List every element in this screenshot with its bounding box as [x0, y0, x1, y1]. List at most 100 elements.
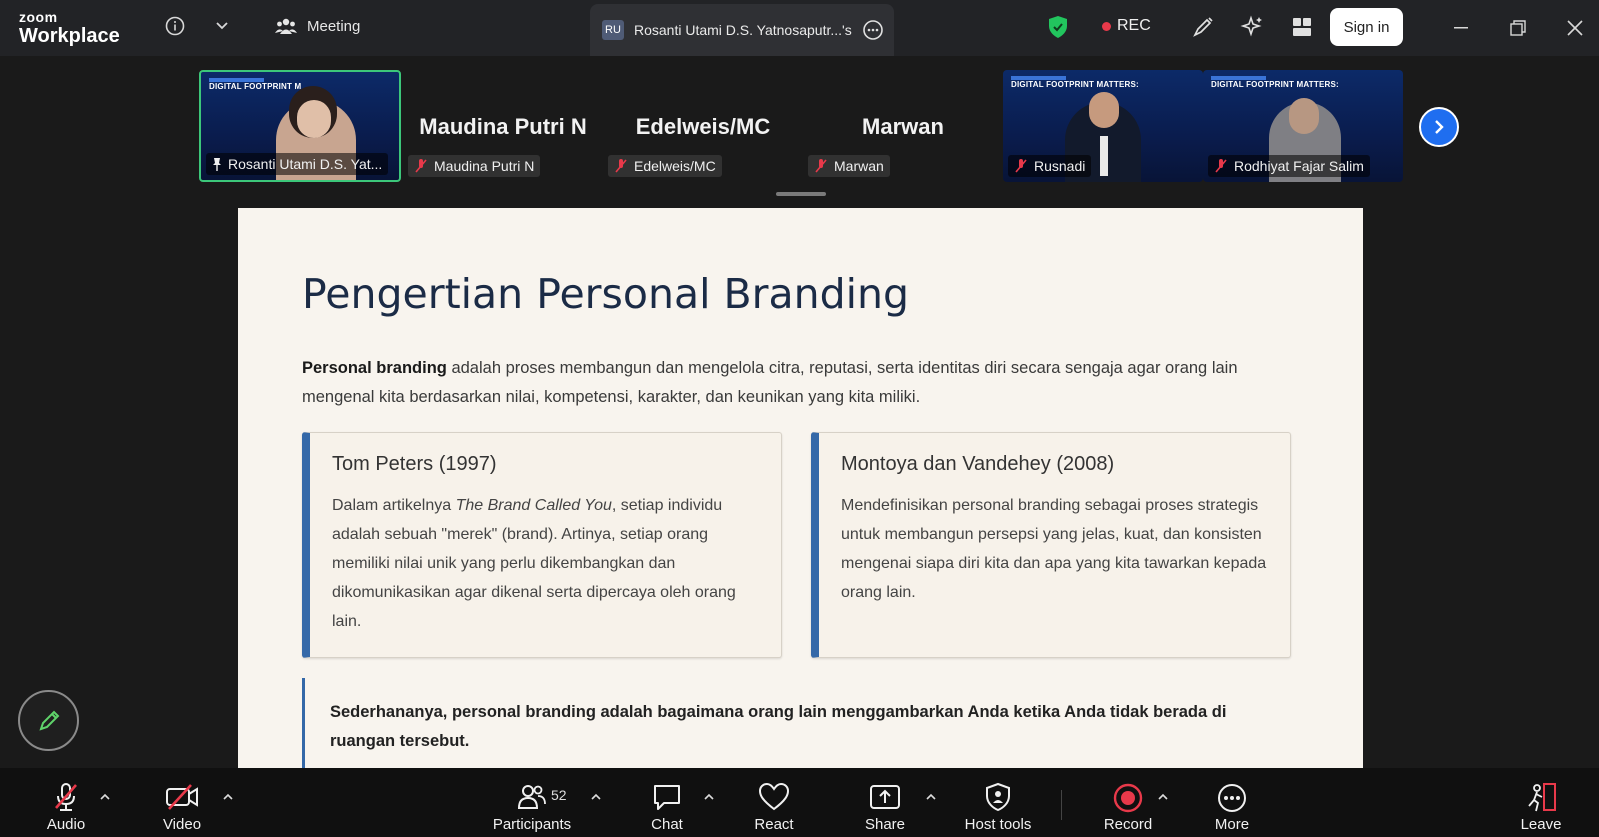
intro-bold: Personal branding: [302, 359, 447, 377]
participant-face: [297, 100, 331, 138]
participant-name-tag: Marwan: [808, 155, 890, 177]
meeting-tab[interactable]: Meeting: [275, 17, 360, 35]
brand-bottom: Workplace: [19, 25, 120, 47]
participant-shirt: [1100, 136, 1108, 176]
chevron-right-icon: [1435, 120, 1444, 134]
card-title: Montoya dan Vandehey (2008): [841, 453, 1115, 475]
pin-icon: [213, 158, 221, 171]
slide-intro: Personal branding adalah proses membangu…: [302, 354, 1292, 412]
tab-initials: RU: [602, 20, 624, 40]
more-icon: [1218, 784, 1246, 812]
mic-off-icon: [55, 783, 77, 811]
video-button[interactable]: Video: [158, 768, 206, 837]
restore-icon[interactable]: [1506, 16, 1530, 40]
participant-name: Edelweis/MC: [634, 158, 716, 174]
participant-name-tag: Rusnadi: [1008, 155, 1092, 177]
record-label: Record: [1103, 816, 1153, 833]
react-label: React: [754, 816, 794, 833]
chat-label: Chat: [651, 816, 683, 833]
shared-screen-tab[interactable]: RU Rosanti Utami D.S. Yatnosaputr...'s: [590, 4, 894, 56]
annotation-pen-button[interactable]: [18, 690, 79, 751]
apps-icon[interactable]: [1289, 14, 1315, 40]
minimize-icon[interactable]: [1449, 16, 1473, 40]
card-text-post: , setiap individu adalah sebuah "merek" …: [332, 497, 736, 630]
share-button[interactable]: Share: [862, 768, 908, 837]
heart-icon: [758, 782, 790, 811]
participant-name-tag: Rosanti Utami D.S. Yat...: [206, 153, 389, 175]
participants-icon: [517, 785, 546, 809]
participant-name: Rodhiyat Fajar Salim: [1234, 158, 1364, 174]
pencil-icon: [38, 710, 59, 731]
shield-icon: [986, 782, 1010, 812]
chevron-down-icon[interactable]: [210, 14, 234, 38]
participant-name-tag: Rodhiyat Fajar Salim: [1208, 155, 1370, 177]
video-tile-edelweis[interactable]: Edelweis/MC Edelweis/MC: [603, 70, 803, 182]
video-tile-marwan[interactable]: Marwan Marwan: [803, 70, 1003, 182]
participant-name: Rusnadi: [1034, 158, 1086, 174]
video-options-caret[interactable]: [222, 790, 234, 804]
card-text: Mendefinisikan personal branding sebagai…: [841, 497, 1267, 601]
participant-face: [1289, 98, 1319, 134]
meeting-toolbar: [0, 768, 1599, 837]
meeting-label: Meeting: [307, 17, 361, 35]
participants-label: Participants: [492, 816, 572, 833]
participant-big-name: Edelweis/MC: [635, 114, 771, 139]
record-options-caret[interactable]: [1157, 790, 1169, 804]
tab-label: Rosanti Utami D.S. Yatnosaputr...'s: [634, 22, 852, 38]
share-options-caret[interactable]: [925, 790, 937, 804]
thumb-slide-header: DIGITAL FOOTPRINT MATTERS:: [1211, 80, 1339, 89]
participant-big-name: Marwan: [862, 114, 944, 139]
share-screen-icon: [870, 785, 900, 809]
mic-off-icon: [1015, 159, 1027, 173]
people-icon: [275, 18, 297, 34]
recording-indicator[interactable]: REC: [1102, 17, 1151, 35]
strip-resize-handle[interactable]: [776, 192, 826, 196]
shared-screen-slide: Pengertian Personal Branding Personal br…: [238, 208, 1363, 768]
thumb-slide-header: DIGITAL FOOTPRINT MATTERS:: [1011, 80, 1139, 89]
rec-label: REC: [1117, 17, 1151, 34]
video-label: Video: [162, 816, 202, 833]
ai-companion-icon[interactable]: [1239, 14, 1265, 40]
participant-name-tag: Maudina Putri N: [408, 155, 541, 177]
video-tile-rusnadi[interactable]: DIGITAL FOOTPRINT MATTERS: Rusnadi: [1003, 70, 1203, 182]
card-text-italic: The Brand Called You: [455, 497, 612, 514]
participants-options-caret[interactable]: [590, 790, 602, 804]
toolbar-divider: [1061, 790, 1062, 820]
more-options-icon[interactable]: [862, 19, 884, 41]
brand-top: zoom: [19, 9, 58, 25]
sign-in-button[interactable]: Sign in: [1330, 8, 1403, 46]
audio-options-caret[interactable]: [99, 790, 111, 804]
record-button[interactable]: Record: [1102, 768, 1154, 837]
react-button[interactable]: React: [750, 768, 798, 837]
leave-icon: [1528, 783, 1556, 812]
chat-options-caret[interactable]: [703, 790, 715, 804]
participant-name: Marwan: [834, 158, 884, 174]
card-text-pre: Dalam artikelnya: [332, 497, 456, 514]
summary-quote: Sederhananya, personal branding adalah b…: [302, 678, 1302, 768]
card-title: Tom Peters (1997): [332, 453, 497, 475]
annotate-icon[interactable]: [1190, 14, 1216, 40]
mic-off-icon: [615, 159, 627, 173]
chat-button[interactable]: Chat: [645, 768, 689, 837]
host-tools-button[interactable]: Host tools: [958, 768, 1038, 837]
participants-count: 52: [551, 787, 567, 803]
leave-label: Leave: [1520, 816, 1562, 833]
close-icon[interactable]: [1563, 16, 1587, 40]
leave-button[interactable]: Leave: [1518, 768, 1564, 837]
quote-text: Sederhananya, personal branding adalah b…: [330, 703, 1227, 750]
video-tile-rodhiyat[interactable]: DIGITAL FOOTPRINT MATTERS: Rodhiyat Faja…: [1203, 70, 1403, 182]
more-button[interactable]: More: [1210, 768, 1254, 837]
card-text: Dalam artikelnya The Brand Called You, s…: [332, 491, 752, 636]
next-page-button[interactable]: [1419, 107, 1459, 147]
mic-off-icon: [815, 159, 827, 173]
video-tile-maudina[interactable]: Maudina Putri N Maudina Putri N: [403, 70, 603, 182]
participant-big-name: Maudina Putri N: [419, 114, 587, 139]
audio-button[interactable]: Audio: [40, 768, 92, 837]
chat-icon: [654, 785, 680, 810]
audio-label: Audio: [46, 816, 86, 833]
share-label: Share: [864, 816, 906, 833]
definition-card-montoya: Montoya dan Vandehey (2008) Mendefinisik…: [811, 432, 1291, 658]
security-shield-icon[interactable]: [1047, 15, 1069, 44]
video-tile-rosanti[interactable]: DIGITAL FOOTPRINT M Rosanti Utami D.S. Y…: [199, 70, 401, 182]
info-icon[interactable]: [163, 14, 187, 38]
